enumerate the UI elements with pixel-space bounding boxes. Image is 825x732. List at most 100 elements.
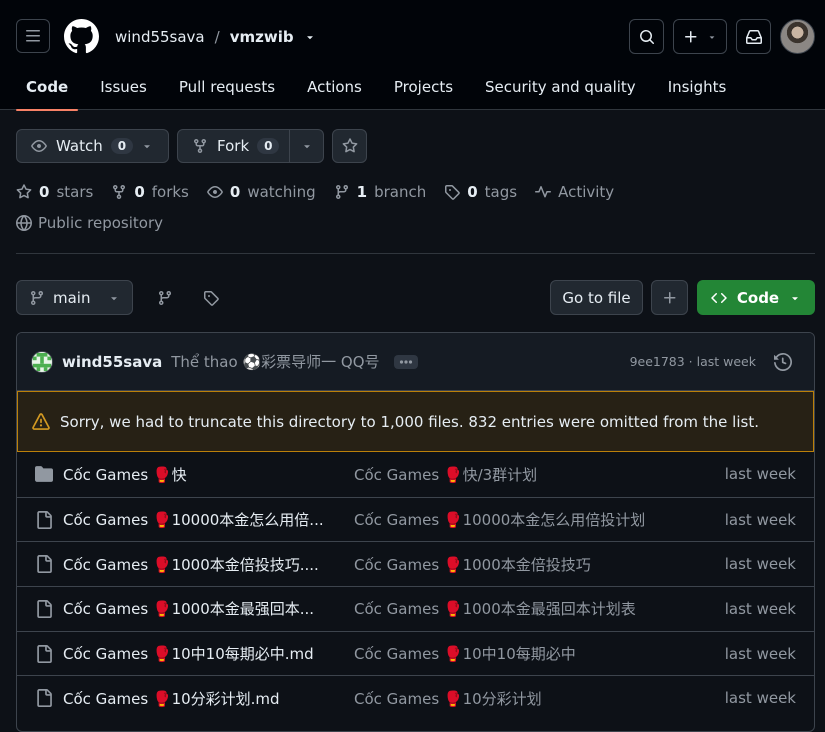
tab-insights[interactable]: Insights [658,64,737,110]
warning-text: Sorry, we had to truncate this directory… [60,412,759,431]
eye-icon [207,186,223,198]
git-branch-icon [335,185,348,200]
commit-sha-time[interactable]: 9ee1783 · last week [630,354,756,369]
tab-projects[interactable]: Projects [384,64,463,110]
file-commit-message[interactable]: Cốc Games 🥊10000本金怎么用倍投计划 [354,509,645,530]
file-commit-message[interactable]: Cốc Games 🥊1000本金倍投技巧 [354,554,591,575]
watch-label: Watch [56,137,103,155]
branches-icon-button[interactable] [149,280,181,315]
file-age: last week [724,465,796,484]
search-button[interactable] [629,19,664,54]
tab-code[interactable]: Code [16,64,79,111]
watch-button[interactable]: Watch 0 [16,129,169,163]
file-icon [37,555,52,574]
table-row[interactable]: Cốc Games 🥊1000本金最强回本... Cốc Games 🥊1000… [17,586,814,631]
file-commit-message[interactable]: Cốc Games 🥊10分彩计划 [354,688,542,709]
fork-icon [113,185,126,200]
file-age: last week [724,510,796,529]
table-row[interactable]: Cốc Games 🥊10分彩计划.md Cốc Games 🥊10分彩计划 l… [17,675,814,720]
eye-icon [31,140,47,152]
tab-issues[interactable]: Issues [90,64,157,110]
table-row[interactable]: Cốc Games 🥊1000本金倍投技巧.... Cốc Games 🥊100… [17,541,814,586]
truncation-warning: Sorry, we had to truncate this directory… [17,391,814,452]
watching-link[interactable]: 0 watching [207,183,316,201]
table-row[interactable]: Cốc Games 🥊10中10每期必中.md Cốc Games 🥊10中10… [17,630,814,676]
code-label: Code [736,288,780,307]
caret-down-icon [709,35,715,39]
caret-down-icon [111,296,117,300]
forks-count: 0 [134,183,145,201]
repo-stats: 0 stars 0 forks 0 watching 1 branch 0 tags Ac… [16,183,614,201]
ellipsis-icon [399,359,412,364]
file-age: last week [724,599,796,618]
tab-actions[interactable]: Actions [297,64,372,110]
caret-down-icon[interactable] [301,140,313,152]
git-branch-icon [158,290,171,305]
file-name-link[interactable]: Cốc Games 🥊10000本金怎么用倍... [63,509,324,530]
file-commit-message[interactable]: Cốc Games 🥊快/3群计划 [354,464,537,485]
plus-icon [685,30,697,42]
repo-nav-tabs: Code Issues Pull requests Actions Projec… [0,64,742,111]
repo-owner-link[interactable]: wind55sava [115,28,205,46]
tag-icon [445,185,460,200]
file-icon [37,510,52,529]
code-button[interactable]: Code [697,280,815,315]
github-logo-icon[interactable] [64,19,99,54]
star-button[interactable] [332,129,367,163]
go-to-file-label: Go to file [562,288,631,307]
file-browser: wind55sava Thể thao ⚽彩票导师一 QQ号 9ee1783 ·… [16,332,815,732]
file-age: last week [724,689,796,708]
branches-link[interactable]: 1 branch [334,183,426,201]
menu-button[interactable] [16,19,50,53]
code-icon [711,292,727,303]
caret-down-icon[interactable] [141,140,153,152]
add-file-button[interactable] [651,280,688,315]
activity-label: Activity [558,183,615,201]
alert-icon [32,412,50,430]
commit-author[interactable]: wind55sava [62,353,162,371]
stars-count: 0 [39,183,50,201]
go-to-file-button[interactable]: Go to file [550,280,643,315]
forks-label: forks [151,183,189,201]
file-commit-message[interactable]: Cốc Games 🥊1000本金最强回本计划表 [354,598,636,619]
file-icon [37,644,52,663]
git-branch-icon [30,290,43,305]
create-new-button[interactable] [673,19,727,54]
file-commit-message[interactable]: Cốc Games 🥊10中10每期必中 [354,643,576,664]
inbox-button[interactable] [736,19,771,54]
tags-link[interactable]: 0 tags [444,183,517,201]
divider [16,253,815,254]
table-row[interactable]: Cốc Games 🥊快 Cốc Games 🥊快/3群计划 last week [17,452,814,497]
history-icon[interactable] [774,352,792,371]
file-icon [37,689,52,708]
file-icon [37,599,52,618]
fork-button[interactable]: Fork 0 [177,129,324,163]
avatar[interactable] [780,19,815,54]
file-name-link[interactable]: Cốc Games 🥊1000本金倍投技巧.... [63,554,319,575]
file-name-link[interactable]: Cốc Games 🥊1000本金最强回本... [63,598,314,619]
breadcrumb-separator: / [214,28,220,46]
stars-link[interactable]: 0 stars [16,183,93,201]
commit-details-button[interactable] [393,354,418,369]
author-avatar[interactable] [31,350,53,373]
globe-icon [16,215,32,231]
file-name-link[interactable]: Cốc Games 🥊快 [63,464,187,485]
caret-down-icon[interactable] [304,31,316,43]
tab-security-and-quality[interactable]: Security and quality [475,64,646,110]
identicon-icon [33,352,51,371]
watch-count: 0 [110,138,134,154]
tab-pull-requests[interactable]: Pull requests [169,64,285,110]
table-row[interactable]: Cốc Games 🥊10000本金怎么用倍... Cốc Games 🥊100… [17,496,814,542]
activity-link[interactable]: Activity [535,183,614,201]
file-name-link[interactable]: Cốc Games 🥊10中10每期必中.md [63,643,314,664]
file-name-link[interactable]: Cốc Games 🥊10分彩计划.md [63,688,280,709]
tags-icon-button[interactable] [195,280,227,315]
hamburger-icon [26,30,40,42]
commit-message[interactable]: Thể thao ⚽彩票导师一 QQ号 [171,351,379,372]
caret-down-icon [792,296,798,300]
forks-link[interactable]: 0 forks [111,183,189,201]
branch-selector[interactable]: main [16,280,133,315]
repo-breadcrumb: wind55sava / vmzwib [115,28,316,46]
repo-name-link[interactable]: vmzwib [230,28,294,46]
file-age: last week [724,644,796,663]
